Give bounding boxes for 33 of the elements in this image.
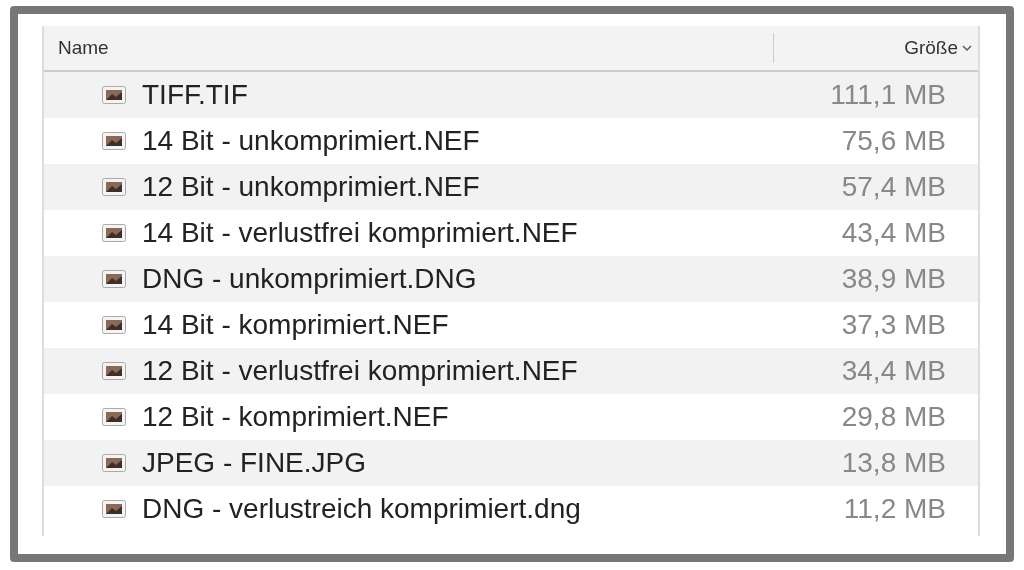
column-header[interactable]: Name — [44, 37, 773, 59]
image-file-icon — [102, 500, 126, 518]
file-name: JPEG - FINE.JPG — [142, 447, 368, 479]
image-file-icon — [102, 408, 126, 426]
chevron-down-icon — [962, 45, 972, 51]
file-size: 38,9 MB — [841, 263, 947, 295]
file-name: 12 Bit - unkomprimiert.NEF — [142, 171, 481, 203]
file-size: 13,8 MB — [841, 447, 947, 479]
column-header[interactable]: Größe — [904, 37, 958, 59]
file-size: 43,4 MB — [841, 217, 947, 249]
file-name: 14 Bit - komprimiert.NEF — [142, 309, 450, 341]
image-file-icon — [102, 316, 126, 334]
image-file-icon — [102, 86, 126, 104]
file-name: 14 Bit - unkomprimiert.NEF — [142, 125, 481, 157]
file-name: 12 Bit - verlustfrei komprimiert.NEF — [142, 355, 579, 387]
file-name: 12 Bit - komprimiert.NEF — [142, 401, 450, 433]
file-name: 14 Bit - verlustfrei komprimiert.NEF — [142, 217, 579, 249]
image-file-icon — [102, 178, 126, 196]
file-name: DNG - verlustreich komprimiert.dng — [142, 493, 582, 525]
image-file-icon — [102, 270, 126, 288]
file-size: 57,4 MB — [841, 171, 947, 203]
image-file-icon — [102, 454, 126, 472]
file-size: 29,8 MB — [841, 401, 947, 433]
image-file-icon — [102, 132, 126, 150]
file-size: 75,6 MB — [841, 125, 947, 157]
file-size: 34,4 MB — [841, 355, 947, 387]
image-file-icon — [102, 224, 126, 242]
file-name: DNG - unkomprimiert.DNG — [142, 263, 478, 295]
file-size: 111,1 MB — [830, 79, 947, 111]
file-size: 37,3 MB — [841, 309, 947, 341]
file-size: 11,2 MB — [843, 493, 947, 525]
image-file-icon — [102, 362, 126, 380]
file-name: TIFF.TIF — [142, 79, 249, 111]
